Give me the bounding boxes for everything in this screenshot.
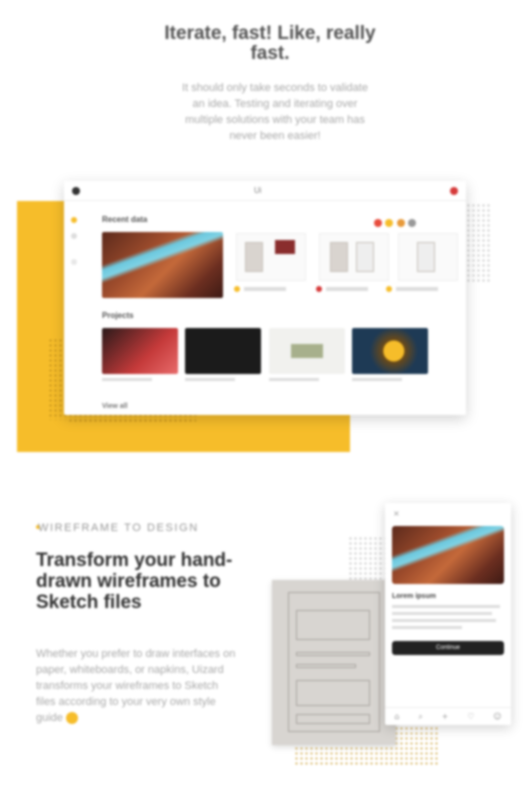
project-card[interactable] (352, 328, 428, 374)
collaborator-avatars (374, 214, 429, 227)
dot-pattern (466, 203, 490, 283)
dot-pattern (348, 536, 386, 580)
status-dot (386, 286, 392, 292)
screen-thumbnail (275, 240, 295, 254)
section-body-text: Whether you prefer to draw interfaces on… (36, 648, 236, 724)
plus-icon[interactable]: + (442, 712, 449, 721)
project-title-placeholder (102, 378, 152, 381)
section-eyebrow: WIREFRAME TO DESIGN (38, 522, 199, 534)
avatar (374, 219, 382, 227)
meta-text-placeholder (244, 287, 286, 291)
meta-text-placeholder (396, 287, 438, 291)
sidebar-projects-icon[interactable] (71, 233, 77, 239)
recent-file-card[interactable] (398, 233, 458, 281)
project-card[interactable] (269, 328, 345, 374)
project-title-placeholder (269, 378, 319, 381)
recent-section-label: Recent data (102, 215, 148, 224)
phone-tabbar: ⌂ ⌕ + ♡ ☺ (385, 707, 511, 725)
view-all-link[interactable]: View all (102, 403, 128, 410)
project-title-placeholder (185, 378, 235, 381)
sidebar-settings-icon[interactable] (71, 259, 77, 265)
text-placeholder (392, 612, 492, 615)
smile-emoji-icon (65, 712, 78, 725)
section-body: Whether you prefer to draw interfaces on… (36, 646, 236, 726)
phone-hero-image (392, 526, 504, 584)
hero-title: Iterate, fast! Like, really fast. (164, 23, 376, 64)
sketch-line (296, 664, 356, 668)
text-placeholder (392, 619, 496, 622)
text-placeholder (392, 605, 500, 608)
file-meta (386, 284, 446, 294)
recent-file-card[interactable] (319, 233, 389, 281)
app-logo-icon (72, 187, 80, 195)
window-titlebar: Ui (64, 181, 466, 201)
heart-icon[interactable]: ♡ (467, 712, 474, 721)
hero-body: It should only take seconds to validate … (182, 82, 368, 142)
screen-thumbnail (356, 242, 374, 272)
project-card[interactable] (185, 328, 261, 374)
screen-thumbnail (417, 242, 435, 272)
sketch-text-block (296, 680, 370, 706)
sketch-image-box (296, 610, 370, 640)
avatar (408, 219, 417, 227)
project-title-placeholder (352, 378, 402, 381)
project-card[interactable] (102, 328, 178, 374)
screen-thumbnail (330, 242, 348, 272)
user-icon[interactable]: ☺ (493, 712, 501, 721)
phone-mockup: × Lorem ipsum Continue ⌂ ⌕ + ♡ ☺ (385, 503, 511, 725)
avatar (385, 219, 394, 227)
window-title: Ui (254, 186, 262, 195)
section-title: Transform your hand-drawn wireframes to … (36, 550, 233, 613)
home-icon[interactable]: ⌂ (394, 712, 399, 721)
file-meta (316, 284, 376, 294)
recent-file-card[interactable] (236, 233, 306, 281)
desktop-app-mockup: Ui Recent data Projects View all (64, 181, 466, 415)
paper-wireframe-sketch (272, 580, 396, 745)
sketch-line (296, 652, 370, 656)
screen-thumbnail (291, 344, 323, 358)
page-root: Iterate, fast! Like, really fast. It sho… (0, 0, 530, 792)
meta-text-placeholder (326, 287, 368, 291)
status-dot (316, 286, 322, 292)
status-dot (234, 286, 240, 292)
file-meta (234, 284, 294, 294)
phone-card-title: Lorem ipsum (392, 593, 436, 600)
sketch-tabbar (296, 714, 370, 724)
text-placeholder (392, 626, 462, 629)
projects-section-label: Projects (102, 311, 134, 320)
search-icon[interactable]: ⌕ (418, 712, 422, 722)
sidebar-home-icon[interactable] (71, 217, 77, 223)
screen-thumbnail (245, 242, 263, 272)
recent-featured-image[interactable] (102, 232, 223, 298)
close-icon[interactable]: × (393, 509, 400, 518)
avatar (396, 219, 405, 227)
avatar[interactable] (450, 187, 458, 195)
phone-cta-button[interactable]: Continue (392, 641, 504, 655)
